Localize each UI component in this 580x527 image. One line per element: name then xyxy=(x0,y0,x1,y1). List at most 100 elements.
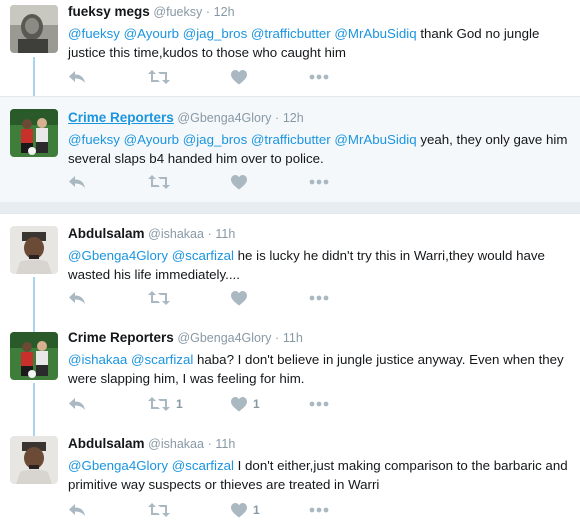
more-button[interactable] xyxy=(309,67,329,87)
reply-button[interactable] xyxy=(68,394,86,414)
reply-button[interactable] xyxy=(68,67,86,87)
separator-dot: · xyxy=(275,111,280,125)
reply-icon xyxy=(69,504,85,516)
tweet-text: @fueksy @Ayourb @jag_bros @trafficbutter… xyxy=(68,130,572,168)
timestamp[interactable]: 11h xyxy=(215,437,235,451)
separator-dot: · xyxy=(207,437,212,451)
retweet-icon xyxy=(148,175,170,189)
mention-link[interactable]: @scarfizal xyxy=(172,458,234,473)
mention-link[interactable]: @trafficbutter xyxy=(251,132,334,147)
tweet-actions xyxy=(68,172,368,192)
thread-line xyxy=(33,57,35,96)
separator-dot: · xyxy=(275,331,280,345)
reply-button[interactable] xyxy=(68,172,86,192)
like-button[interactable] xyxy=(231,67,253,87)
reply-icon xyxy=(69,71,85,83)
tweet-actions: 1 xyxy=(68,500,368,520)
retweet-icon xyxy=(148,503,170,517)
separator-dot: · xyxy=(207,227,212,241)
retweet-button[interactable] xyxy=(148,67,176,87)
tweet-actions: 1 1 xyxy=(68,394,368,414)
tweet-text: @Gbenga4Glory @scarfizal he is lucky he … xyxy=(68,246,572,284)
display-name[interactable]: Abdulsalam xyxy=(68,436,145,451)
mention-link[interactable]: @trafficbutter xyxy=(251,26,334,41)
separator-dot: · xyxy=(205,5,211,19)
reply-icon xyxy=(69,176,85,188)
like-count: 1 xyxy=(253,503,260,517)
display-name[interactable]: Crime Reporters xyxy=(68,330,174,345)
heart-icon xyxy=(231,290,247,305)
mention-link[interactable]: @MrAbuSidiq xyxy=(334,132,416,147)
mention-link[interactable]: @jag_bros xyxy=(183,132,251,147)
user-handle[interactable]: @Gbenga4Glory xyxy=(177,111,271,125)
tweet[interactable]: Crime Reporters @Gbenga4Glory · 12h @fue… xyxy=(0,97,580,202)
tweet-text: @ishakaa @scarfizal haba? I don't believ… xyxy=(68,350,572,388)
more-icon xyxy=(309,74,329,80)
mention-link[interactable]: @scarfizal xyxy=(172,248,234,263)
display-name[interactable]: Abdulsalam xyxy=(68,226,145,241)
conversation-feed: fueksy megs @fueksy · 12h @fueksy @Ayour… xyxy=(0,0,580,527)
more-button[interactable] xyxy=(309,172,329,192)
avatar[interactable] xyxy=(10,226,58,274)
more-icon xyxy=(309,179,329,185)
like-button[interactable]: 1 xyxy=(231,394,260,414)
timestamp[interactable]: 12h xyxy=(214,5,235,19)
mention-link[interactable]: @Ayourb xyxy=(124,132,183,147)
user-handle[interactable]: @ishakaa xyxy=(148,437,204,451)
mention-link[interactable]: @fueksy xyxy=(68,26,124,41)
tweet-text: @fueksy @Ayourb @jag_bros @trafficbutter… xyxy=(68,24,572,62)
mention-link[interactable]: @Gbenga4Glory xyxy=(68,248,172,263)
display-name[interactable]: Crime Reporters xyxy=(68,110,174,125)
avatar[interactable] xyxy=(10,5,58,53)
retweet-button[interactable] xyxy=(148,288,176,308)
thread-line xyxy=(33,324,35,332)
more-button[interactable] xyxy=(309,394,329,414)
mention-link[interactable]: @ishakaa xyxy=(68,352,131,367)
mention-link[interactable]: @Ayourb xyxy=(124,26,183,41)
avatar[interactable] xyxy=(10,436,58,484)
retweet-button[interactable] xyxy=(148,500,176,520)
like-button[interactable]: 1 xyxy=(231,500,260,520)
timestamp[interactable]: 12h xyxy=(283,111,304,125)
avatar[interactable] xyxy=(10,109,58,157)
heart-icon xyxy=(231,174,247,189)
mention-link[interactable]: @Gbenga4Glory xyxy=(68,458,172,473)
more-icon xyxy=(309,401,329,407)
like-button[interactable] xyxy=(231,172,253,192)
tweet-actions xyxy=(68,288,368,308)
heart-icon xyxy=(231,396,247,411)
more-icon xyxy=(309,295,329,301)
heart-icon xyxy=(231,69,247,84)
tweet[interactable]: fueksy megs @fueksy · 12h @fueksy @Ayour… xyxy=(0,0,580,96)
mention-link[interactable]: @scarfizal xyxy=(131,352,193,367)
retweet-icon xyxy=(148,291,170,305)
like-count: 1 xyxy=(253,397,260,411)
tweet-actions xyxy=(68,67,368,87)
like-button[interactable] xyxy=(231,288,253,308)
user-handle[interactable]: @ishakaa xyxy=(148,227,204,241)
reply-button[interactable] xyxy=(68,500,86,520)
tweet[interactable]: Abdulsalam @ishakaa · 11h @Gbenga4Glory … xyxy=(0,428,580,527)
retweet-icon xyxy=(148,70,170,84)
display-name[interactable]: fueksy megs xyxy=(68,4,150,19)
timestamp[interactable]: 11h xyxy=(215,227,235,241)
more-button[interactable] xyxy=(309,500,329,520)
user-handle[interactable]: @Gbenga4Glory xyxy=(177,331,271,345)
mention-link[interactable]: @MrAbuSidiq xyxy=(334,26,416,41)
tweet-text: @Gbenga4Glory @scarfizal I don't either,… xyxy=(68,456,572,494)
mention-link[interactable]: @jag_bros xyxy=(183,26,251,41)
tweet[interactable]: Crime Reporters @Gbenga4Glory · 11h @ish… xyxy=(0,324,580,428)
more-button[interactable] xyxy=(309,288,329,308)
retweet-count: 1 xyxy=(176,397,183,411)
retweet-button[interactable]: 1 xyxy=(148,394,183,414)
reply-icon xyxy=(69,292,85,304)
mention-link[interactable]: @fueksy xyxy=(68,132,124,147)
avatar[interactable] xyxy=(10,332,58,380)
divider xyxy=(0,96,580,97)
thread-line xyxy=(33,383,35,428)
retweet-button[interactable] xyxy=(148,172,176,192)
user-handle[interactable]: @fueksy xyxy=(153,5,202,19)
timestamp[interactable]: 11h xyxy=(283,331,303,345)
tweet[interactable]: Abdulsalam @ishakaa · 11h @Gbenga4Glory … xyxy=(0,214,580,324)
reply-button[interactable] xyxy=(68,288,86,308)
